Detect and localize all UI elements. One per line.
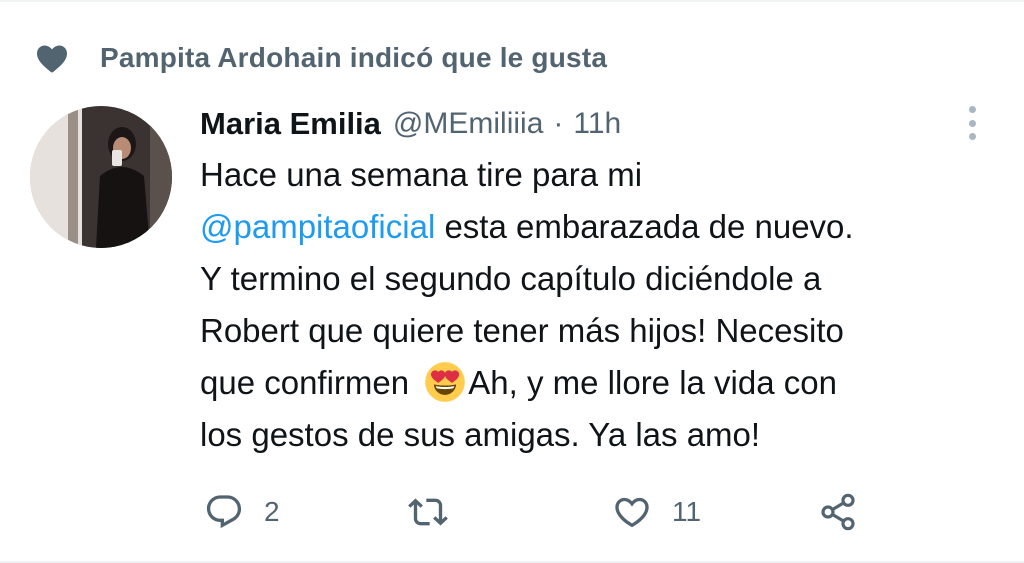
tweet-actions: 2 11	[200, 486, 900, 538]
social-context: Pampita Ardohain indicó que le gusta	[34, 38, 607, 78]
social-context-text[interactable]: Pampita Ardohain indicó que le gusta	[100, 42, 607, 74]
retweet-icon	[408, 498, 448, 526]
tweet-header: Maria Emilia @MEmiliiia · 11h	[200, 102, 621, 146]
reply-count: 2	[264, 496, 280, 527]
like-count: 11	[672, 496, 702, 527]
tweet-text-fragment: que confirmen	[200, 364, 419, 401]
reply-icon	[206, 495, 242, 529]
tweet-text-line: Hace una semana tire para mi	[200, 156, 643, 193]
tweet-text-line: @pampitaoficial esta embarazada de nuevo…	[200, 201, 990, 253]
tweet-timestamp[interactable]: 11h	[573, 107, 621, 141]
tweet-text-fragment: esta embarazada de nuevo.	[435, 208, 854, 245]
more-options-icon[interactable]	[960, 106, 984, 140]
author-handle[interactable]: @MEmiliiia	[393, 107, 543, 141]
share-button[interactable]	[818, 486, 858, 538]
tweet-card[interactable]: Pampita Ardohain indicó que le gusta Mar…	[0, 0, 1024, 563]
like-icon	[615, 497, 649, 528]
tweet-text-line: Y termino el segundo capítulo diciéndole…	[200, 260, 822, 297]
heart-icon	[37, 45, 67, 73]
heart-eyes-emoji-icon	[425, 362, 466, 402]
tweet-text-fragment: Ah, y me llore la vida con	[468, 364, 837, 401]
author-name[interactable]: Maria Emilia	[200, 106, 381, 142]
separator-dot: ·	[553, 107, 564, 140]
tweet-text: Hace una semana tire para mi @pampitaofi…	[200, 149, 990, 461]
tweet-text-line: Robert que quiere tener más hijos! Neces…	[200, 312, 844, 349]
mention-link[interactable]: @pampitaoficial	[200, 208, 435, 245]
share-icon	[821, 493, 855, 531]
like-button[interactable]: 11	[612, 486, 701, 538]
tweet-text-line: los gestos de sus amigas. Ya las amo!	[200, 416, 761, 453]
reply-button[interactable]: 2	[204, 486, 280, 538]
retweet-button[interactable]	[408, 486, 468, 538]
avatar[interactable]	[30, 106, 172, 248]
tweet-text-line: que confirmen Ah, y me llore la vida con	[200, 357, 990, 409]
